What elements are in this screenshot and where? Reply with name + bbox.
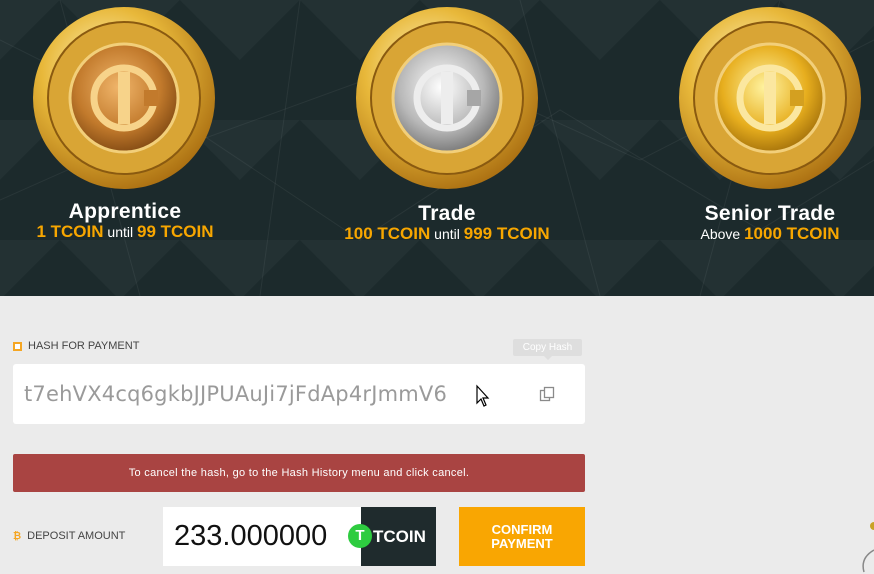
tier-min: 100 TCOIN — [344, 224, 431, 243]
hash-value: t7ehVX4cq6gkbJJPUAuJi7jFdAp4rJmmV6 — [24, 382, 448, 406]
decorative-coin-icon — [862, 522, 874, 573]
copy-icon[interactable] — [539, 386, 555, 402]
confirm-payment-button[interactable]: CONFIRM PAYMENT — [459, 507, 585, 566]
tier-min: 1000 TCOIN — [744, 224, 840, 243]
deposit-amount-value: 233.000000 — [174, 520, 328, 552]
tier-prefix: Above — [700, 226, 741, 242]
deposit-amount-input[interactable]: 233.000000 — [163, 507, 361, 566]
cancel-hash-alert: To cancel the hash, go to the Hash Histo… — [13, 454, 585, 492]
tier-max: 999 TCOIN — [463, 224, 550, 243]
deposit-label: ₿ DEPOSIT AMOUNT — [13, 530, 125, 542]
senior-trader-coin-icon — [679, 7, 861, 189]
tier-connector: until — [434, 226, 460, 242]
mouse-cursor-icon — [476, 384, 490, 407]
tier-name: Trade — [418, 202, 476, 225]
trader-coin-icon — [356, 7, 538, 189]
tcoin-icon: T — [348, 524, 372, 548]
hash-label: HASH FOR PAYMENT — [13, 340, 139, 352]
tier-max: 99 TCOIN — [137, 222, 214, 241]
deposit-label-text: DEPOSIT AMOUNT — [27, 530, 126, 542]
hash-label-text: HASH FOR PAYMENT — [28, 340, 140, 352]
currency-unit-text: TCOIN — [373, 527, 426, 546]
currency-unit: T TCOIN — [348, 507, 436, 566]
apprentice-coin-icon — [33, 7, 215, 189]
hash-field[interactable]: t7ehVX4cq6gkbJJPUAuJi7jFdAp4rJmmV6 — [13, 364, 585, 424]
copy-hash-tooltip: Copy Hash — [513, 339, 582, 360]
tier-name: Apprentice — [68, 200, 182, 223]
tier-range: 100 TCOIN until 999 TCOIN — [327, 224, 567, 244]
bitcoin-icon: ₿ — [13, 530, 22, 542]
tiers-banner: Apprentice 1 TCOIN until 99 TCOIN Trade … — [0, 0, 874, 296]
tier-min: 1 TCOIN — [36, 222, 104, 241]
tier-range: 1 TCOIN until 99 TCOIN — [5, 222, 245, 242]
tier-name: Senior Trade — [704, 202, 836, 225]
tier-connector: until — [107, 224, 134, 240]
qr-icon — [13, 341, 22, 351]
tier-range: Above 1000 TCOIN — [650, 224, 874, 244]
